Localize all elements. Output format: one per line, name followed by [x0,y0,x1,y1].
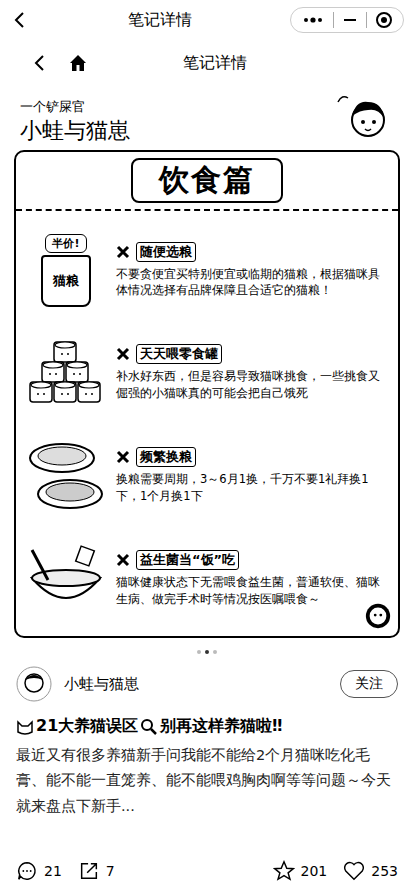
carousel-dot[interactable] [213,650,217,654]
author-name[interactable]: 小蛙与猫崽 [64,675,328,694]
tip-description: 猫咪健康状态下无需喂食益生菌，普通软便、猫咪生病、做完手术时等情况按医嘱喂食～ [116,574,390,607]
carousel-dots [0,646,414,658]
cross-icon [116,245,130,259]
tip-illustration: 半价! 猫粮 [24,234,108,307]
tip-title: 益生菌当“饭”吃 [136,550,239,570]
cross-icon [116,347,130,361]
poster-header: 一个铲屎官 小蛙与猫崽 [14,90,400,146]
nav-title: 笔记详情 [106,53,384,74]
bowl-spoon-icon [26,544,106,614]
bowls-icon [26,436,106,516]
action-count: 201 [301,863,328,879]
cartoon-girl-icon [334,90,394,146]
note-body: 最近又有很多养猫新手问我能不能给2个月猫咪吃化毛膏、能不能一直笼养、能不能喂鸡胸… [0,741,414,821]
diet-card: 饮食篇 半价! 猫粮 随便选粮 不要贪便宜买特别便宜或临期的猫粮，根据猫咪具体情… [14,150,400,638]
action-count: 253 [371,863,398,879]
carousel-dot[interactable] [205,650,209,654]
nav-bar: 笔记详情 [0,40,414,86]
follow-button[interactable]: 关注 [340,670,398,698]
comment-icon [16,860,38,882]
heart-icon [343,860,365,882]
note-page: 笔记详情 笔记详情 一个铲屎官 小蛙与猫崽 饮食篇 半价! 猫粮 随便选粮 不要… [0,0,414,896]
price-tag: 半价! [45,234,86,253]
tip-illustration [24,544,108,614]
food-bag: 猫粮 [41,255,91,307]
miniapp-title: 笔记详情 [30,10,290,31]
like-action[interactable]: 253 [343,860,398,882]
share-action[interactable]: 7 [78,860,115,882]
miniapp-bar: 笔记详情 [0,0,414,40]
carousel-dot[interactable] [197,650,201,654]
star-action[interactable]: 201 [273,860,328,882]
capsule [290,7,404,33]
dashed-divider [16,209,398,211]
author-row: 小蛙与猫崽 关注 [0,658,414,710]
action-count: 21 [44,863,62,879]
minimize-icon[interactable] [342,12,358,28]
card-heading: 饮食篇 [131,158,283,203]
tip-title: 天天喂零食罐 [136,344,222,364]
cat-icon [16,718,34,736]
star-icon [273,860,295,882]
share-icon [78,860,100,882]
avatar-icon[interactable] [16,666,52,702]
tip-item: 半价! 猫粮 随便选粮 不要贪便宜买特别便宜或临期的猫粮，根据猫咪具体情况选择有… [24,219,390,322]
tip-description: 不要贪便宜买特别便宜或临期的猫粮，根据猫咪具体情况选择有品牌保障且合适它的猫粮！ [116,266,390,299]
tip-item: 益生菌当“饭”吃 猫咪健康状态下无需喂食益生菌，普通软便、猫咪生病、做完手术时等… [24,527,390,630]
tip-item: 频繁换粮 换粮需要周期，3～6月1换，千万不要1礼拜换1下，1个月换1下 [24,425,390,528]
home-icon[interactable] [68,53,88,73]
more-icon[interactable] [301,12,325,28]
tip-illustration [24,338,108,408]
note-title: 21大养猫误区 别再这样养猫啦‼ [0,710,414,741]
comment-action[interactable]: 21 [16,860,62,882]
cross-icon [116,450,130,464]
cross-icon [116,553,130,567]
tip-description: 换粮需要周期，3～6月1换，千万不要1礼拜换1下，1个月换1下 [116,471,390,504]
magnifier-icon [140,718,158,736]
back-icon[interactable] [10,10,30,30]
action-bar: 21 7 201 253 [0,846,414,896]
poster-brand: 小蛙与猫崽 [20,116,130,146]
tip-illustration [24,436,108,516]
poster-tagline: 一个铲屎官 [20,98,130,116]
cans-icon [26,338,106,408]
action-count: 7 [106,863,115,879]
tip-item: 天天喂零食罐 补水好东西，但是容易导致猫咪挑食，一些挑食又倔强的小猫咪真的可能会… [24,322,390,425]
logo-stamp-icon [364,602,392,630]
tip-description: 补水好东西，但是容易导致猫咪挑食，一些挑食又倔强的小猫咪真的可能会把自己饿死 [116,368,390,401]
close-icon[interactable] [375,11,393,29]
tip-title: 频繁换粮 [136,447,196,467]
back-icon[interactable] [30,53,50,73]
tip-title: 随便选粮 [136,242,196,262]
poster-image: 一个铲屎官 小蛙与猫崽 饮食篇 半价! 猫粮 随便选粮 不要贪便宜买特别便宜或临… [0,86,414,646]
